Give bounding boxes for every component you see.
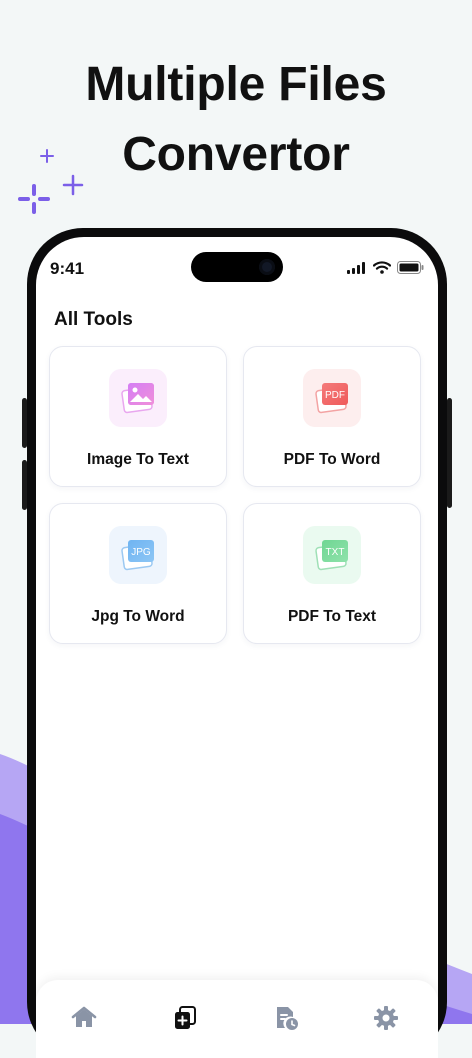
jpg-file-icon: JPG	[109, 526, 167, 584]
tool-label: Image To Text	[87, 451, 189, 468]
hero-title-line1: Multiple Files	[85, 58, 387, 111]
dynamic-island	[191, 252, 283, 282]
settings-gear-icon[interactable]	[372, 1004, 400, 1032]
tool-label: PDF To Text	[287, 608, 377, 625]
status-icons	[347, 261, 424, 274]
tool-card-image-to-text[interactable]: Image To Text	[49, 346, 227, 487]
phone-frame: 9:41 All Tools Image To Text PDF PDF To …	[22, 228, 452, 1058]
phone-screen: 9:41 All Tools Image To Text PDF PDF To …	[36, 237, 438, 1058]
txt-file-icon: TXT	[303, 526, 361, 584]
wifi-icon	[373, 261, 391, 274]
tool-card-pdf-to-text[interactable]: TXT PDF To Text	[243, 503, 421, 644]
add-file-icon[interactable]	[171, 1004, 199, 1032]
icon-text: PDF	[325, 390, 345, 401]
volume-up-button	[22, 398, 27, 448]
file-history-icon[interactable]	[272, 1004, 300, 1032]
power-button	[447, 398, 452, 508]
section-title: All Tools	[54, 309, 133, 330]
bottom-tab-bar	[36, 980, 438, 1058]
tool-card-pdf-to-word[interactable]: PDF PDF To Word	[243, 346, 421, 487]
pdf-file-icon: PDF	[303, 369, 361, 427]
status-time: 9:41	[50, 259, 85, 278]
icon-text: TXT	[326, 547, 345, 558]
tool-card-jpg-to-word[interactable]: JPG Jpg To Word	[49, 503, 227, 644]
icon-text: JPG	[131, 547, 151, 558]
signal-icon	[347, 261, 365, 274]
image-file-icon	[109, 369, 167, 427]
sparkle-icon	[18, 149, 84, 214]
camera-icon	[259, 259, 275, 275]
battery-icon	[397, 261, 424, 274]
volume-down-button	[22, 460, 27, 510]
home-icon[interactable]	[70, 1004, 98, 1032]
tool-label: PDF To Word	[283, 451, 381, 468]
tool-label: Jpg To Word	[91, 608, 185, 625]
